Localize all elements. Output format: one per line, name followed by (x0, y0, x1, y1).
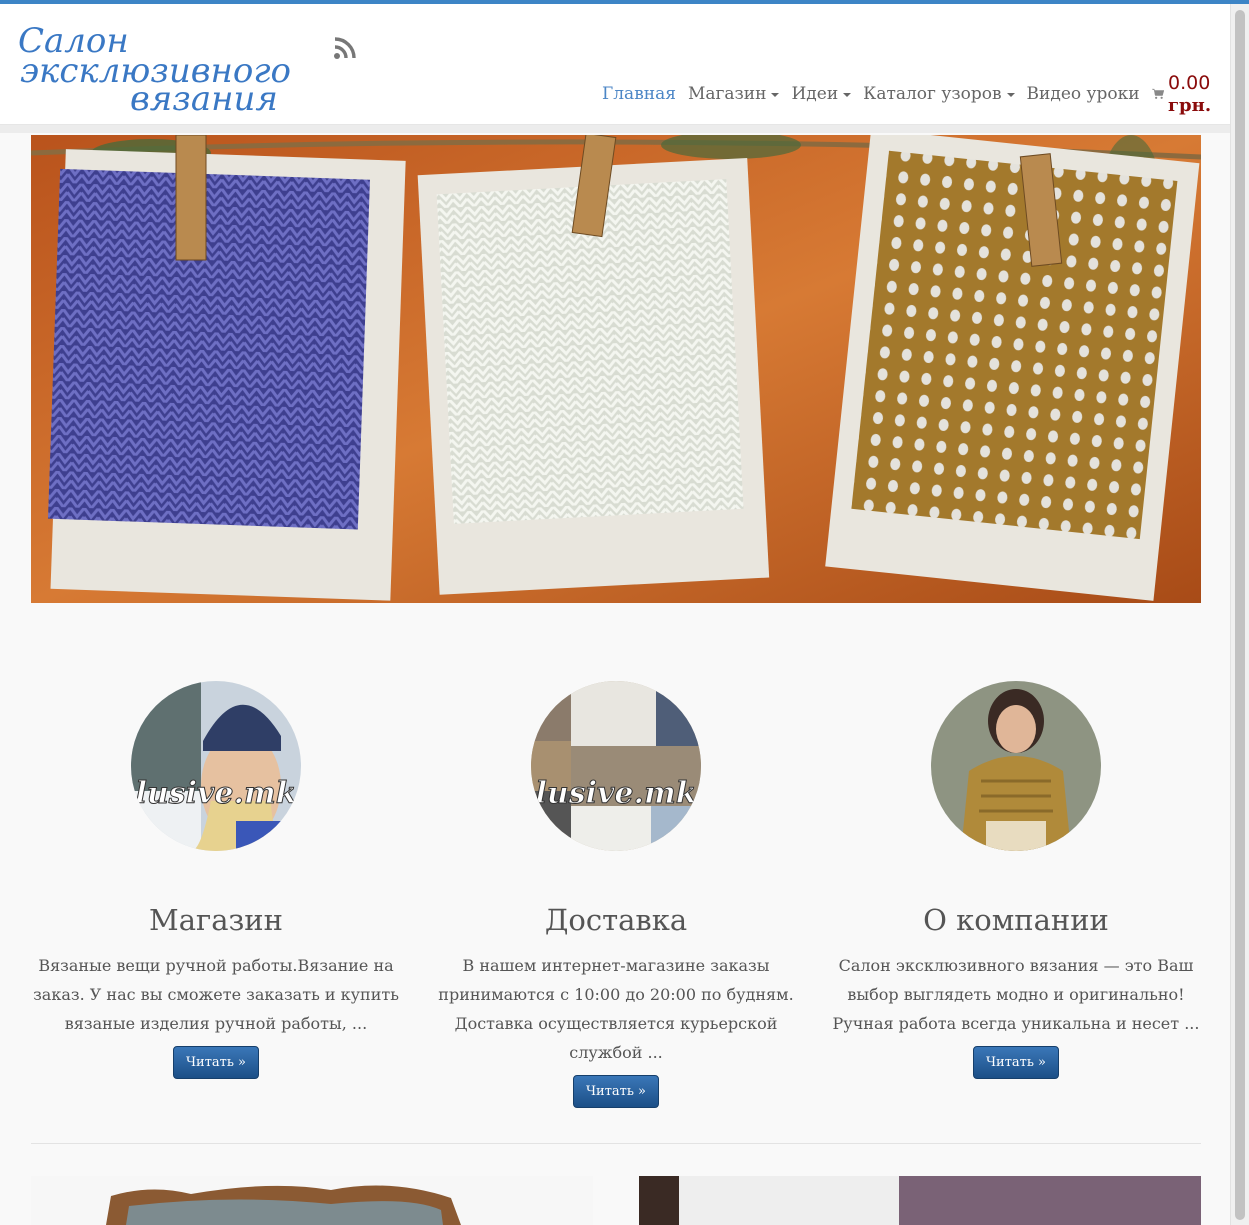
delivery-title: Доставка (544, 903, 688, 937)
nav-ideas-label: Идеи (791, 84, 839, 104)
bottom-image-left (31, 1176, 593, 1225)
nav-shop[interactable]: Магазин (688, 84, 780, 104)
about-photo-illustration (931, 681, 1101, 851)
scrollbar-thumb[interactable] (1235, 10, 1245, 1220)
feature-about: О компании Салон эксклюзивного вязания —… (831, 681, 1201, 1079)
knitting-swatches-illustration (31, 135, 1201, 603)
nav-video-lessons[interactable]: Видео уроки (1027, 84, 1140, 104)
cart-currency: грн. (1168, 95, 1212, 116)
hero-banner-image (31, 135, 1201, 603)
shop-avatar-image: lusive.mk (131, 681, 301, 851)
delivery-text: В нашем интернет-магазине заказы принима… (438, 956, 794, 1062)
shopping-cart-icon (1151, 88, 1164, 99)
shop-title: Магазин (149, 903, 283, 937)
site-logo[interactable]: Салон эксклюзивного вязания (14, 10, 291, 122)
section-divider (31, 1143, 1201, 1144)
caret-down-icon (771, 92, 780, 97)
delivery-avatar-image: lusive.mk (531, 681, 701, 851)
about-read-button[interactable]: Читать » (972, 1046, 1059, 1079)
logo-line-3: вязания (130, 79, 278, 119)
about-text: Салон эксклюзивного вязания — это Ваш вы… (832, 956, 1200, 1033)
cart-total: 0.00 грн. (1168, 72, 1231, 116)
main-nav: Главная Магазин Идеи Каталог узоров Виде… (596, 72, 1231, 116)
nav-video-label: Видео уроки (1026, 84, 1140, 104)
knitted-item-illustration (31, 1176, 593, 1225)
about-title: О компании (923, 903, 1109, 937)
shop-text: Вязаные вещи ручной работы.Вязание на за… (33, 956, 399, 1033)
scrollbar[interactable] (1230, 4, 1249, 1225)
shop-photo-illustration: lusive.mk (131, 681, 301, 851)
caret-down-icon (843, 92, 852, 97)
header-shadow (0, 125, 1231, 133)
nav-patterns-label: Каталог узоров (863, 84, 1002, 104)
rss-icon[interactable] (333, 36, 357, 60)
feature-delivery: lusive.mk Доставка В нашем интернет-мага… (431, 681, 801, 1108)
cart-button[interactable]: 0.00 грн. (1151, 72, 1231, 116)
nav-patterns-catalog[interactable]: Каталог узоров (863, 84, 1015, 104)
about-avatar-image (931, 681, 1101, 851)
delivery-watermark: lusive.mk (536, 776, 697, 811)
delivery-photo-illustration: lusive.mk (531, 681, 701, 851)
knitted-fabric-illustration (639, 1176, 1201, 1225)
cart-amount: 0.00 (1168, 72, 1211, 94)
shop-watermark: lusive.mk (136, 776, 297, 811)
delivery-read-button[interactable]: Читать » (572, 1075, 659, 1108)
site-header: Салон эксклюзивного вязания Главная Мага… (0, 4, 1231, 125)
shop-read-button[interactable]: Читать » (172, 1046, 259, 1079)
feature-shop: lusive.mk Магазин Вязаные вещи ручной ра… (31, 681, 401, 1079)
nav-ideas[interactable]: Идеи (791, 84, 852, 104)
bottom-image-right (639, 1176, 1201, 1225)
nav-home[interactable]: Главная (602, 84, 676, 104)
caret-down-icon (1006, 92, 1015, 97)
nav-shop-label: Магазин (687, 84, 767, 104)
nav-home-label: Главная (602, 84, 676, 104)
